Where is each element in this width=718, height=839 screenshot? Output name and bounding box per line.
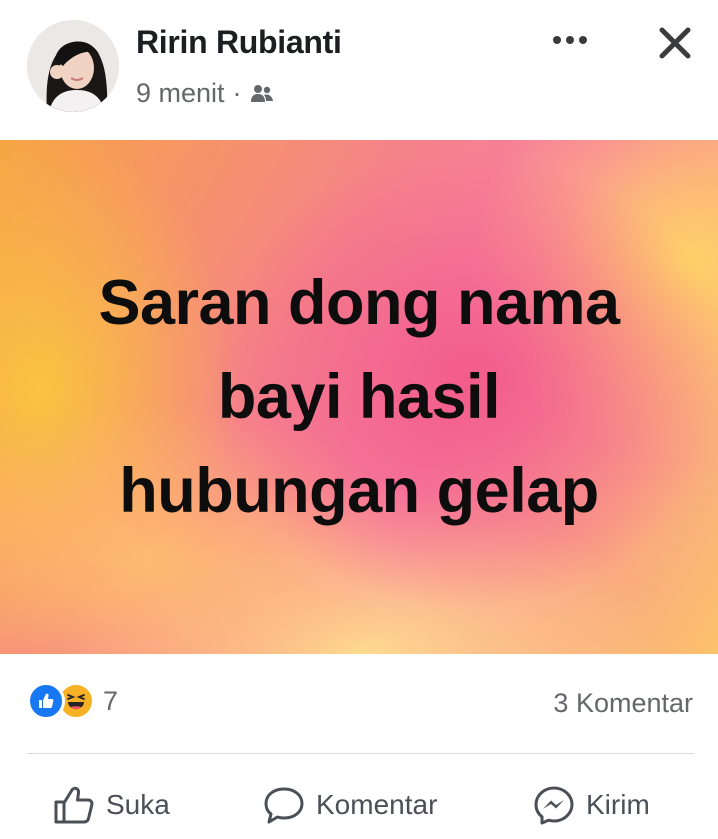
close-icon	[659, 27, 691, 59]
comment-button[interactable]: Komentar	[262, 770, 437, 839]
like-label: Suka	[106, 789, 170, 820]
post-text-line: bayi hasil	[217, 362, 501, 432]
post-time[interactable]: 9 menit	[136, 78, 225, 109]
friends-icon	[250, 82, 274, 106]
comments-count[interactable]: 3 Komentar	[553, 688, 693, 719]
send-label: Kirim	[586, 789, 650, 820]
messenger-icon	[534, 786, 574, 825]
close-button[interactable]	[650, 18, 700, 68]
post-text: Saran dong nama bayi hasil hubungan gela…	[0, 140, 718, 654]
post-text-line: Saran dong nama	[98, 268, 620, 338]
action-bar: Suka Komentar Kirim	[0, 770, 718, 839]
like-button[interactable]: Suka	[52, 770, 170, 839]
divider	[27, 753, 694, 754]
reaction-count: 7	[103, 685, 119, 716]
post-text-line: hubungan gelap	[119, 456, 599, 526]
more-options-button[interactable]	[548, 22, 592, 58]
reactions-summary[interactable]: 7	[27, 682, 118, 720]
comment-icon	[264, 787, 304, 824]
post-meta: 9 menit ·	[136, 78, 274, 109]
send-button[interactable]: Kirim	[532, 770, 650, 839]
avatar[interactable]	[27, 20, 119, 112]
thumbs-up-icon	[54, 786, 94, 824]
meta-separator: ·	[232, 78, 242, 108]
comment-label: Komentar	[316, 789, 438, 820]
like-reaction-icon	[27, 682, 65, 720]
post-header: Ririn Rubianti 9 menit ·	[0, 0, 718, 140]
post-background: Saran dong nama bayi hasil hubungan gela…	[0, 140, 718, 654]
avatar-image	[27, 20, 119, 112]
author-name[interactable]: Ririn Rubianti	[136, 24, 342, 61]
more-dots-icon	[553, 36, 587, 44]
